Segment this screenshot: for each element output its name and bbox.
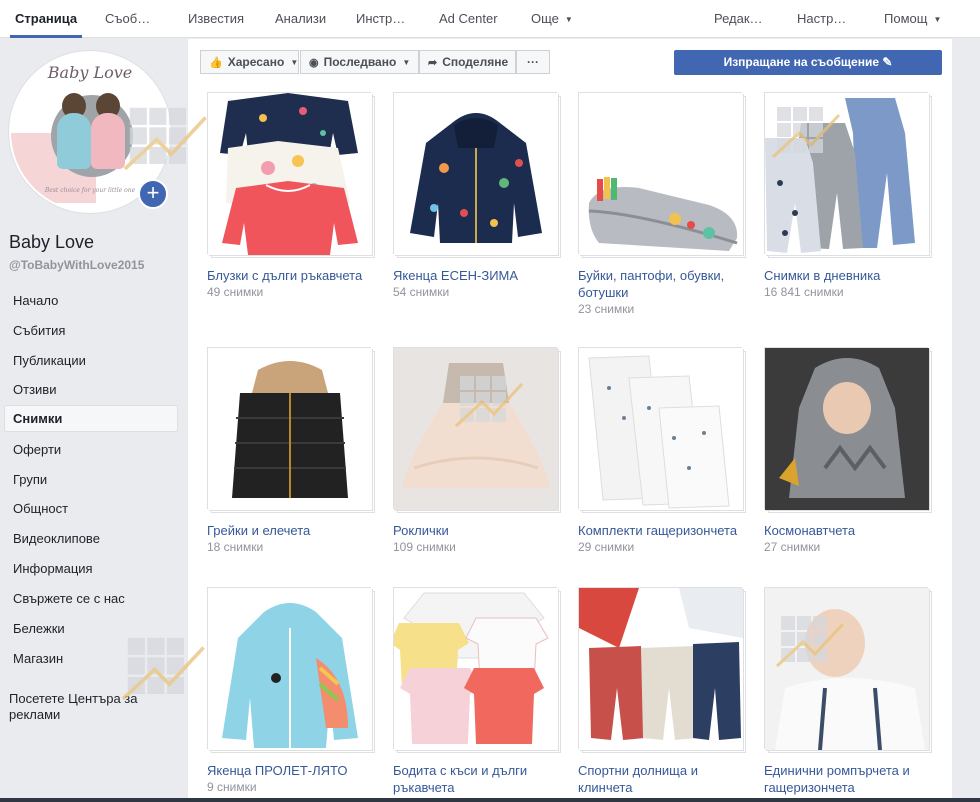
album-cover[interactable]: [207, 347, 372, 510]
album-title[interactable]: Космонавтчета: [764, 522, 939, 539]
album-cover[interactable]: [578, 92, 743, 255]
album-cover[interactable]: [207, 92, 372, 255]
album-title[interactable]: Якенца ПРОЛЕТ-ЛЯТО: [207, 762, 382, 779]
album-cover[interactable]: [393, 587, 558, 750]
baby-body: [57, 113, 91, 169]
album-cover[interactable]: [764, 587, 929, 750]
share-label: Споделяне: [442, 55, 509, 69]
analytics-watermark-icon: [454, 376, 524, 428]
sidebar-item-offers[interactable]: Оферти: [4, 436, 178, 463]
analytics-watermark-icon: [123, 107, 207, 171]
sidebar-item-home[interactable]: Начало: [4, 287, 178, 314]
sidebar-item-posts[interactable]: Публикации: [4, 347, 178, 374]
album-cover[interactable]: [207, 587, 372, 750]
follow-button[interactable]: ◉ Последвано ▼: [300, 50, 419, 74]
album-photo-count: 16 841 снимки: [764, 285, 844, 299]
analytics-watermark-icon: [121, 637, 205, 701]
sidebar-item-videos[interactable]: Видеоклипове: [4, 525, 178, 552]
photos-main-panel: 👍 Харесано ▼ ◉ Последвано ▼ ➦ Споделяне ··· И…: [188, 39, 952, 802]
pencil-icon: ✎: [882, 55, 893, 69]
more-options-button[interactable]: ···: [516, 50, 550, 74]
album-cover-image: [208, 93, 372, 255]
nav-tab-notifications[interactable]: Известия: [188, 0, 244, 38]
sidebar-item-contact[interactable]: Свържете се с нас: [4, 585, 178, 612]
album-photo-count: 23 снимки: [578, 302, 635, 316]
album-title[interactable]: Роклички: [393, 522, 568, 539]
album-photo-count: 109 снимки: [393, 540, 456, 554]
album-title[interactable]: Якенца ЕСЕН-ЗИМА: [393, 267, 568, 284]
share-arrow-icon: ➦: [428, 57, 438, 69]
album-title[interactable]: Бодита с къси и дълги ръкавчета: [393, 762, 568, 796]
like-label: Харесано: [227, 55, 285, 69]
album-cover-image: [208, 348, 372, 510]
album-photo-count: 9 снимки: [207, 780, 257, 794]
analytics-watermark-icon: [771, 107, 841, 159]
nav-tab-settings[interactable]: Настр…: [797, 0, 846, 38]
album-cover-image: [579, 588, 743, 750]
album-photo-count: 29 снимки: [578, 540, 635, 554]
album-cover-image: [394, 93, 558, 255]
page-username[interactable]: @ToBabyWithLove2015: [9, 258, 144, 272]
nav-tab-tools[interactable]: Инстр…: [356, 0, 405, 38]
profile-logo-text: Baby Love: [47, 63, 133, 82]
album-photo-count: 18 снимки: [207, 540, 264, 554]
nav-help-label: Помощ: [884, 11, 928, 26]
page-top-navigation: Страница Съоб… Известия Анализи Инстр… A…: [0, 0, 980, 38]
bottom-bar: [0, 798, 980, 802]
nav-tab-messages[interactable]: Съоб…: [105, 0, 150, 38]
album-title[interactable]: Спортни долнища и клинчета: [578, 762, 753, 796]
send-message-label: Изпращане на съобщение: [723, 55, 879, 69]
follow-label: Последвано: [323, 55, 397, 69]
album-title[interactable]: Буйки, пантофи, обувки, ботушки: [578, 267, 753, 301]
analytics-watermark-icon: [775, 616, 845, 668]
album-photo-count: 27 снимки: [764, 540, 821, 554]
sidebar-item-about[interactable]: Информация: [4, 555, 178, 582]
album-title[interactable]: Единични ромпърчета и гащеризончета: [764, 762, 939, 796]
nav-tab-edit[interactable]: Редак…: [714, 0, 763, 38]
sidebar-item-community[interactable]: Общност: [4, 495, 178, 522]
album-cover[interactable]: [578, 347, 743, 510]
sidebar-item-photos[interactable]: Снимки: [4, 405, 178, 432]
right-gutter: [952, 39, 980, 802]
album-title[interactable]: Комплекти гащеризончета: [578, 522, 753, 539]
album-cover-image: [394, 588, 558, 750]
album-cover-image: [579, 93, 743, 255]
album-cover-image: [765, 348, 929, 510]
active-tab-underline: [10, 35, 82, 38]
nav-tab-more[interactable]: Още ▼: [531, 0, 573, 38]
album-cover[interactable]: [393, 347, 558, 510]
thumbs-up-icon: 👍: [209, 57, 223, 69]
album-cover-image: [208, 588, 372, 750]
album-cover-image: [579, 348, 743, 510]
sidebar-item-groups[interactable]: Групи: [4, 466, 178, 493]
caret-down-icon: ▼: [402, 57, 411, 67]
album-cover[interactable]: [764, 347, 929, 510]
nav-more-label: Още: [531, 11, 559, 26]
share-button[interactable]: ➦ Споделяне: [419, 50, 516, 74]
sidebar-item-events[interactable]: Събития: [4, 317, 178, 344]
album-title[interactable]: Блузки с дълги ръкавчета: [207, 267, 382, 284]
album-cover[interactable]: [764, 92, 929, 255]
rss-feed-icon: ◉: [309, 57, 319, 69]
send-message-button[interactable]: Изпращане на съобщение ✎: [674, 50, 942, 75]
album-photo-count: 54 снимки: [393, 285, 450, 299]
nav-tab-help[interactable]: Помощ ▼: [884, 0, 941, 38]
album-cover[interactable]: [393, 92, 558, 255]
album-title[interactable]: Грейки и елечета: [207, 522, 382, 539]
album-photo-count: 49 снимки: [207, 285, 264, 299]
like-button[interactable]: 👍 Харесано ▼: [200, 50, 299, 74]
nav-tab-page[interactable]: Страница: [15, 0, 77, 38]
album-title[interactable]: Снимки в дневника: [764, 267, 939, 284]
sidebar-item-reviews[interactable]: Отзиви: [4, 376, 178, 403]
caret-down-icon: ▼: [290, 57, 299, 67]
page-name[interactable]: Baby Love: [9, 232, 94, 253]
caret-down-icon: ▼: [564, 14, 573, 24]
nav-tab-ad-center[interactable]: Ad Center: [439, 0, 498, 38]
caret-down-icon: ▼: [933, 14, 942, 24]
album-cover[interactable]: [578, 587, 743, 750]
nav-tab-insights[interactable]: Анализи: [275, 0, 326, 38]
